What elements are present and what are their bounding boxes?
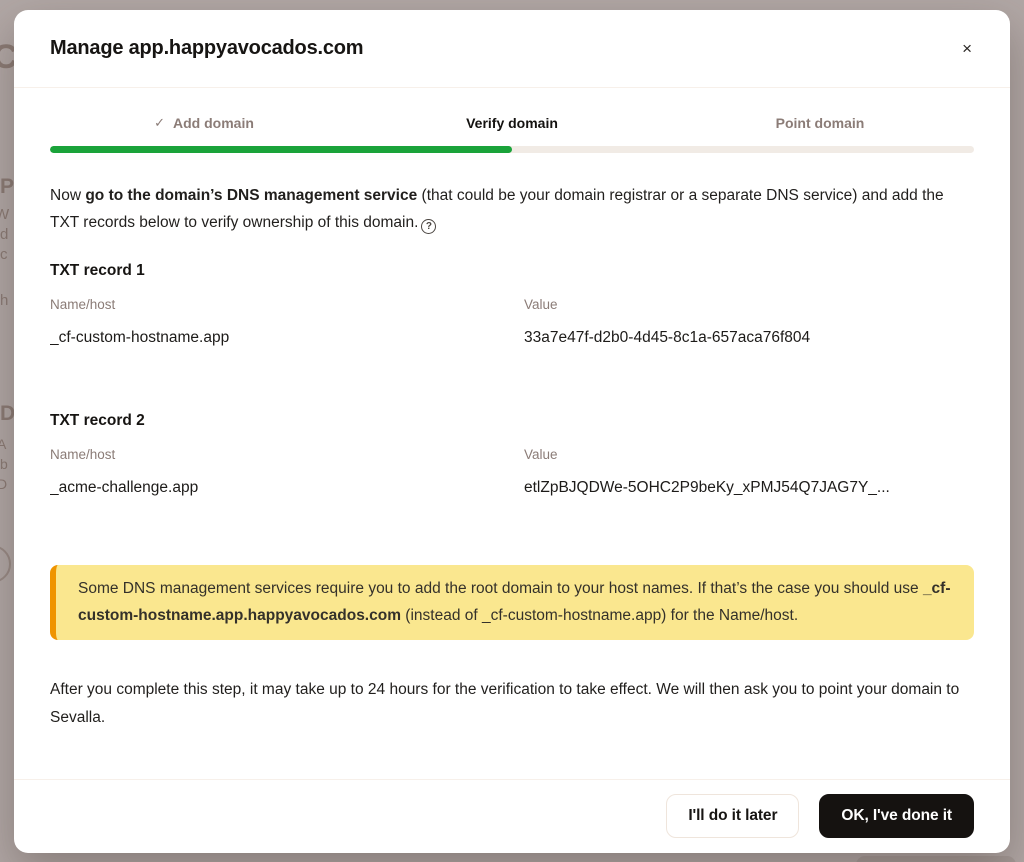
background-text-fragment: W (0, 207, 9, 222)
name-host-column-header: Name/host (50, 447, 524, 462)
verification-note-text: After you complete this step, it may tak… (50, 676, 974, 732)
ok-done-button[interactable]: OK, I've done it (819, 794, 974, 838)
step-label: Point domain (776, 115, 865, 131)
dialog-body: ✓ Add domain Verify domain Point domain … (14, 88, 1010, 779)
background-text-fragment: A (0, 437, 6, 451)
step-point-domain: Point domain (666, 115, 974, 131)
record-table: Name/host Value _cf-custom-hostname.app … (50, 280, 974, 347)
brand-name: Sevalla (50, 709, 101, 726)
txt-record-2-section: TXT record 2 Name/host Value _acme-chall… (50, 412, 974, 497)
txt-record-1-section: TXT record 1 Name/host Value _cf-custom-… (50, 262, 974, 347)
step-verify-domain: Verify domain (358, 115, 666, 131)
callout-text-part: (instead of _cf-custom-hostname.app) for… (401, 607, 798, 624)
help-icon[interactable]: ? (421, 219, 436, 234)
instructions-text-part: Now (50, 187, 85, 204)
value-column-header: Value (524, 447, 974, 462)
dns-warning-callout: Some DNS management services require you… (50, 565, 974, 640)
background-card-edge (856, 856, 1016, 862)
dialog-title: Manage app.happyavocados.com (50, 37, 363, 60)
close-icon: × (962, 39, 972, 58)
background-text-fragment: h (0, 293, 8, 308)
instructions-bold-text: go to the domain’s DNS management servic… (85, 187, 417, 204)
note-text-part: . (101, 709, 105, 726)
background-circle-shape (0, 545, 11, 583)
background-text-fragment: D (0, 477, 7, 491)
callout-text-part: Some DNS management services require you… (78, 580, 923, 597)
dialog-header: Manage app.happyavocados.com × (14, 10, 1010, 88)
step-label: Add domain (173, 115, 254, 131)
manage-domain-dialog: Manage app.happyavocados.com × ✓ Add dom… (14, 10, 1010, 853)
record-table: Name/host Value _acme-challenge.app etlZ… (50, 430, 974, 497)
checkmark-icon: ✓ (154, 115, 165, 131)
name-host-column-header: Name/host (50, 297, 524, 312)
background-text-fragment: D (0, 403, 15, 424)
note-text-part: After you complete this step, it may tak… (50, 681, 959, 698)
record-value-value: etlZpBJQDWe-5OHC2P9beKy_xPMJ54Q7JAG7Y_..… (524, 479, 974, 497)
wizard-stepper: ✓ Add domain Verify domain Point domain (50, 115, 974, 131)
background-text-fragment: c (0, 247, 8, 262)
progress-bar-fill (50, 146, 512, 153)
record-name-host-value: _cf-custom-hostname.app (50, 329, 524, 347)
record-name-host-value: _acme-challenge.app (50, 479, 524, 497)
close-button[interactable]: × (954, 34, 980, 63)
do-it-later-button[interactable]: I'll do it later (666, 794, 799, 838)
record-heading: TXT record 1 (50, 262, 974, 280)
step-add-domain[interactable]: ✓ Add domain (50, 115, 358, 131)
progress-bar (50, 146, 974, 153)
background-text-fragment: P (0, 176, 14, 197)
record-value-value: 33a7e47f-d2b0-4d45-8c1a-657aca76f804 (524, 329, 974, 347)
record-heading: TXT record 2 (50, 412, 974, 430)
instructions-text: Now go to the domain’s DNS management se… (50, 182, 974, 236)
background-text-fragment: b (0, 457, 8, 471)
dialog-footer: I'll do it later OK, I've done it (14, 779, 1010, 853)
step-label: Verify domain (466, 115, 558, 131)
background-text-fragment: d (0, 227, 8, 242)
value-column-header: Value (524, 297, 974, 312)
